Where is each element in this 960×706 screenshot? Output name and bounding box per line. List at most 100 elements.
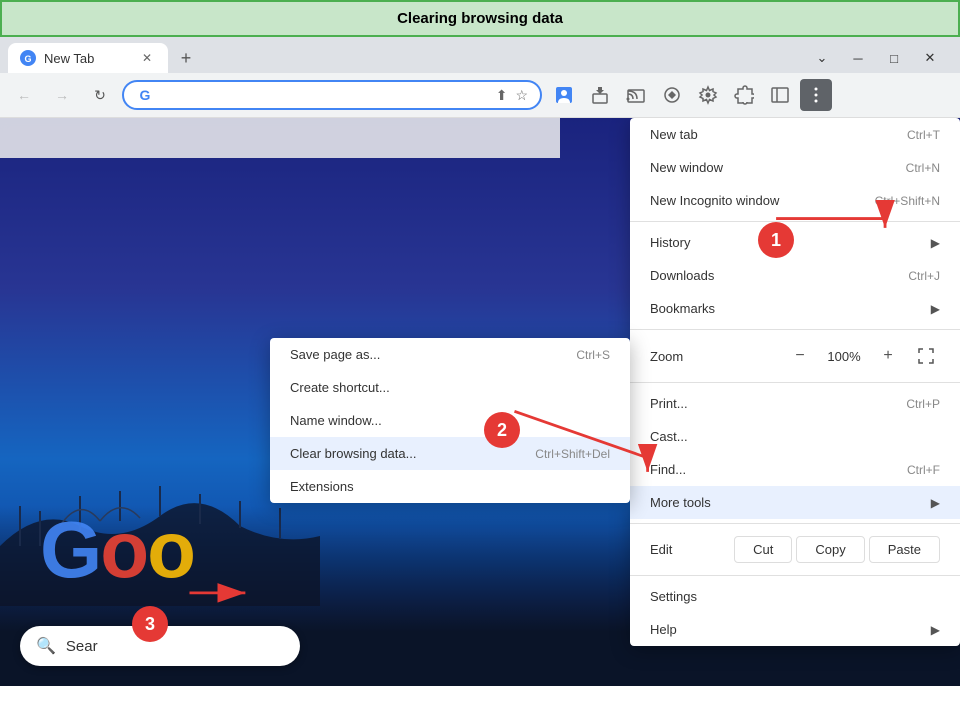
menu-item-label: New Incognito window	[650, 193, 875, 208]
submenu-arrow-icon: ▶	[931, 302, 940, 316]
menu-item-new-tab[interactable]: New tab Ctrl+T	[630, 118, 960, 151]
step-3-circle: 3	[132, 606, 168, 642]
reload-button[interactable]: ↻	[84, 79, 116, 111]
toolbar-icons	[548, 79, 832, 111]
copy-button[interactable]: Copy	[796, 536, 864, 563]
maximize-button[interactable]: □	[880, 44, 908, 72]
bookmark-icon[interactable]: ☆	[515, 87, 528, 104]
submenu-item-shortcut: Ctrl+Shift+Del	[535, 447, 610, 461]
puzzle-icon[interactable]	[728, 79, 760, 111]
title-text: Clearing browsing data	[397, 10, 563, 27]
edit-row: Edit Cut Copy Paste	[630, 528, 960, 571]
share-icon[interactable]: ⬆	[496, 87, 508, 104]
cut-button[interactable]: Cut	[734, 536, 792, 563]
forward-button[interactable]: →	[46, 79, 78, 111]
window-controls: ⌄ ─ □ ✕	[808, 44, 952, 72]
sidebar-icon[interactable]	[764, 79, 796, 111]
menu-item-shortcut: Ctrl+J	[908, 269, 940, 283]
zoom-label: Zoom	[650, 349, 776, 364]
tab-bar: G New Tab ✕ + ⌄ ─ □ ✕	[0, 37, 960, 73]
menu-item-cast[interactable]: Cast...	[630, 420, 960, 453]
submenu-item-label: Create shortcut...	[290, 380, 610, 395]
submenu-arrow-icon: ▶	[931, 496, 940, 510]
paste-button[interactable]: Paste	[869, 536, 940, 563]
zoom-minus-button[interactable]: −	[786, 342, 814, 370]
chromecast-icon[interactable]	[656, 79, 688, 111]
browser-chrome: G New Tab ✕ + ⌄ ─ □ ✕ ← → ↻ G ⬆ ☆	[0, 37, 960, 118]
step-1-circle: 1	[758, 222, 794, 258]
edit-label: Edit	[650, 542, 730, 557]
submenu-item-clear-browsing[interactable]: Clear browsing data... Ctrl+Shift+Del	[270, 437, 630, 470]
menu-item-shortcut: Ctrl+T	[907, 128, 940, 142]
menu-item-help[interactable]: Help ▶	[630, 613, 960, 646]
menu-item-label: New window	[650, 160, 906, 175]
svg-text:G: G	[24, 54, 31, 64]
menu-item-new-window[interactable]: New window Ctrl+N	[630, 151, 960, 184]
menu-item-label: Find...	[650, 462, 907, 477]
menu-item-more-tools[interactable]: More tools ▶	[630, 486, 960, 519]
search-text: Sear	[66, 638, 98, 655]
google-favicon: G	[136, 86, 154, 104]
menu-item-label: Help	[650, 622, 923, 637]
search-icon: 🔍	[36, 636, 56, 656]
submenu-item-name-window[interactable]: Name window...	[270, 404, 630, 437]
menu-item-label: Print...	[650, 396, 906, 411]
menu-separator	[630, 329, 960, 330]
menu-item-shortcut: Ctrl+Shift+N	[875, 194, 940, 208]
address-input[interactable]	[162, 87, 488, 103]
zoom-fullscreen-button[interactable]	[912, 342, 940, 370]
submenu-item-label: Name window...	[290, 413, 610, 428]
minimize-button[interactable]: ─	[844, 44, 872, 72]
address-bar[interactable]: G ⬆ ☆	[122, 80, 542, 110]
submenu-item-create-shortcut[interactable]: Create shortcut...	[270, 371, 630, 404]
menu-item-label: Cast...	[650, 429, 940, 444]
tab-favicon: G	[20, 50, 36, 66]
main-dropdown-menu: New tab Ctrl+T New window Ctrl+N New Inc…	[630, 118, 960, 646]
menu-item-label: More tools	[650, 495, 923, 510]
settings-icon[interactable]	[692, 79, 724, 111]
blur-overlay	[0, 118, 560, 158]
browser-tab[interactable]: G New Tab ✕	[8, 43, 168, 73]
menu-item-downloads[interactable]: Downloads Ctrl+J	[630, 259, 960, 292]
menu-item-bookmarks[interactable]: Bookmarks ▶	[630, 292, 960, 325]
zoom-plus-button[interactable]: +	[874, 342, 902, 370]
cast-icon[interactable]	[620, 79, 652, 111]
menu-separator	[630, 221, 960, 222]
menu-item-settings[interactable]: Settings	[630, 580, 960, 613]
menu-item-shortcut: Ctrl+P	[906, 397, 940, 411]
submenu-arrow-icon: ▶	[931, 623, 940, 637]
menu-item-shortcut: Ctrl+N	[906, 161, 940, 175]
menu-item-label: New tab	[650, 127, 907, 142]
menu-button[interactable]	[800, 79, 832, 111]
menu-item-print[interactable]: Print... Ctrl+P	[630, 387, 960, 420]
menu-item-label: Bookmarks	[650, 301, 923, 316]
submenu-item-save-page[interactable]: Save page as... Ctrl+S	[270, 338, 630, 371]
submenu-item-extensions[interactable]: Extensions	[270, 470, 630, 503]
title-bar: Clearing browsing data	[0, 0, 960, 37]
menu-item-shortcut: Ctrl+F	[907, 463, 940, 477]
submenu-item-label: Extensions	[290, 479, 610, 494]
main-content: G o o 🔍 Sear New tab Ctrl+T New window C…	[0, 118, 960, 686]
menu-separator	[630, 382, 960, 383]
menu-item-label: Downloads	[650, 268, 908, 283]
menu-item-history[interactable]: History ▶	[630, 226, 960, 259]
toolbar: ← → ↻ G ⬆ ☆	[0, 73, 960, 117]
submenu-item-label: Clear browsing data...	[290, 446, 535, 461]
tab-close-button[interactable]: ✕	[138, 49, 156, 67]
menu-separator	[630, 523, 960, 524]
new-tab-button[interactable]: +	[172, 44, 200, 72]
close-button[interactable]: ✕	[916, 44, 944, 72]
dropdown-button[interactable]: ⌄	[808, 44, 836, 72]
menu-item-find[interactable]: Find... Ctrl+F	[630, 453, 960, 486]
menu-separator	[630, 575, 960, 576]
submenu-arrow-icon: ▶	[931, 236, 940, 250]
menu-item-incognito[interactable]: New Incognito window Ctrl+Shift+N	[630, 184, 960, 217]
extensions-icon[interactable]	[584, 79, 616, 111]
submenu-item-label: Save page as...	[290, 347, 576, 362]
profile-icon[interactable]	[548, 79, 580, 111]
step-2-circle: 2	[484, 412, 520, 448]
back-button[interactable]: ←	[8, 79, 40, 111]
zoom-row: Zoom − 100% +	[630, 334, 960, 378]
tab-label: New Tab	[44, 51, 94, 66]
more-tools-submenu: Save page as... Ctrl+S Create shortcut..…	[270, 338, 630, 503]
